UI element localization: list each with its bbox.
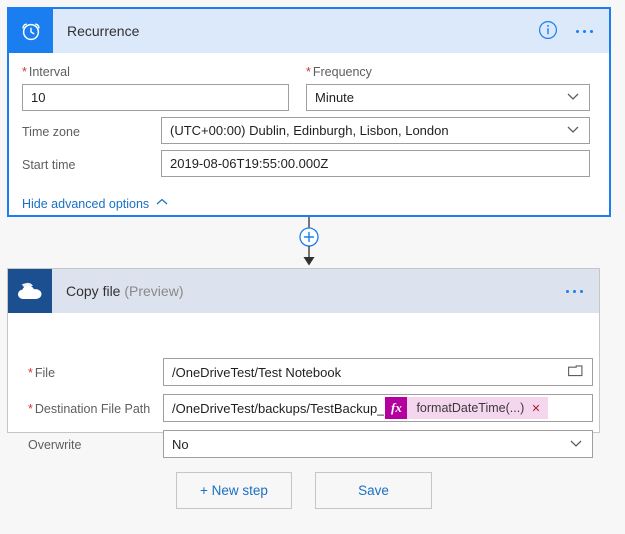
- hide-advanced-options-label: Hide advanced options: [22, 196, 150, 211]
- info-icon[interactable]: [538, 20, 558, 43]
- chevron-up-icon: [155, 195, 169, 212]
- file-label: * File: [28, 366, 56, 380]
- new-step-button[interactable]: + New step: [176, 472, 292, 509]
- preview-tag: (Preview): [124, 283, 184, 299]
- overwrite-select[interactable]: No: [163, 430, 593, 458]
- chevron-down-icon: [565, 121, 581, 140]
- token-body: formatDateTime(...) ✕: [407, 397, 548, 419]
- copy-file-card-body: * File /OneDriveTest/Test Notebook * Desti…: [8, 313, 599, 458]
- frequency-select[interactable]: Minute: [306, 84, 590, 111]
- step-connector: [279, 217, 339, 269]
- overwrite-label: Overwrite: [28, 438, 82, 452]
- interval-value: 10: [31, 90, 46, 105]
- copy-file-title: Copy file (Preview): [66, 283, 183, 299]
- fx-badge: fx: [385, 397, 408, 419]
- save-button[interactable]: Save: [315, 472, 432, 509]
- recurrence-title: Recurrence: [67, 23, 140, 39]
- frequency-label: * Frequency: [306, 65, 372, 79]
- starttime-input[interactable]: 2019-08-06T19:55:00.000Z: [161, 150, 590, 177]
- timezone-value: (UTC+00:00) Dublin, Edinburgh, Lisbon, L…: [170, 123, 449, 138]
- token-label: formatDateTime(...): [416, 401, 525, 415]
- starttime-value: 2019-08-06T19:55:00.000Z: [170, 156, 329, 171]
- copy-file-title-text: Copy file: [66, 283, 121, 299]
- folder-picker-icon[interactable]: [567, 363, 584, 382]
- onedrive-cloud-icon: [8, 269, 52, 313]
- timezone-select[interactable]: (UTC+00:00) Dublin, Edinburgh, Lisbon, L…: [161, 117, 590, 144]
- chevron-down-icon: [568, 435, 584, 454]
- overwrite-value: No: [172, 436, 189, 452]
- chevron-down-icon: [565, 88, 581, 107]
- required-asterisk: *: [28, 366, 33, 380]
- close-icon[interactable]: ✕: [531, 402, 540, 415]
- required-asterisk: *: [22, 65, 27, 79]
- required-asterisk: *: [306, 65, 311, 79]
- timezone-label: Time zone: [22, 125, 80, 139]
- interval-input[interactable]: 10: [22, 84, 289, 111]
- more-options-icon[interactable]: [576, 29, 593, 33]
- file-input[interactable]: /OneDriveTest/Test Notebook: [163, 358, 593, 386]
- recurrence-card-header[interactable]: Recurrence: [9, 9, 609, 53]
- hide-advanced-options-link[interactable]: Hide advanced options: [22, 195, 169, 212]
- formatdatetime-token[interactable]: fx formatDateTime(...) ✕: [385, 397, 548, 419]
- interval-label: * Interval: [22, 65, 70, 79]
- copy-file-card[interactable]: Copy file (Preview) * File /OneDriveTest/…: [7, 268, 600, 458]
- file-value: /OneDriveTest/Test Notebook: [172, 364, 342, 380]
- destination-value: /OneDriveTest/backups/TestBackup_: [172, 400, 385, 416]
- copy-file-card-header[interactable]: Copy file (Preview): [8, 269, 599, 313]
- recurrence-card[interactable]: Recurrence * Interval 10 * Frequency Minut…: [7, 7, 611, 217]
- copy-file-header-actions: [566, 289, 599, 293]
- more-options-icon[interactable]: [566, 289, 583, 293]
- recurrence-card-body: * Interval 10 * Frequency Minute Time zone…: [9, 53, 609, 215]
- destination-label: * Destination File Path: [28, 402, 151, 416]
- recurrence-header-actions: [538, 20, 609, 43]
- required-asterisk: *: [28, 402, 33, 416]
- starttime-label: Start time: [22, 158, 76, 172]
- alarm-clock-icon: [9, 9, 53, 53]
- destination-input[interactable]: /OneDriveTest/backups/TestBackup_ fx for…: [163, 394, 593, 422]
- frequency-value: Minute: [315, 90, 355, 105]
